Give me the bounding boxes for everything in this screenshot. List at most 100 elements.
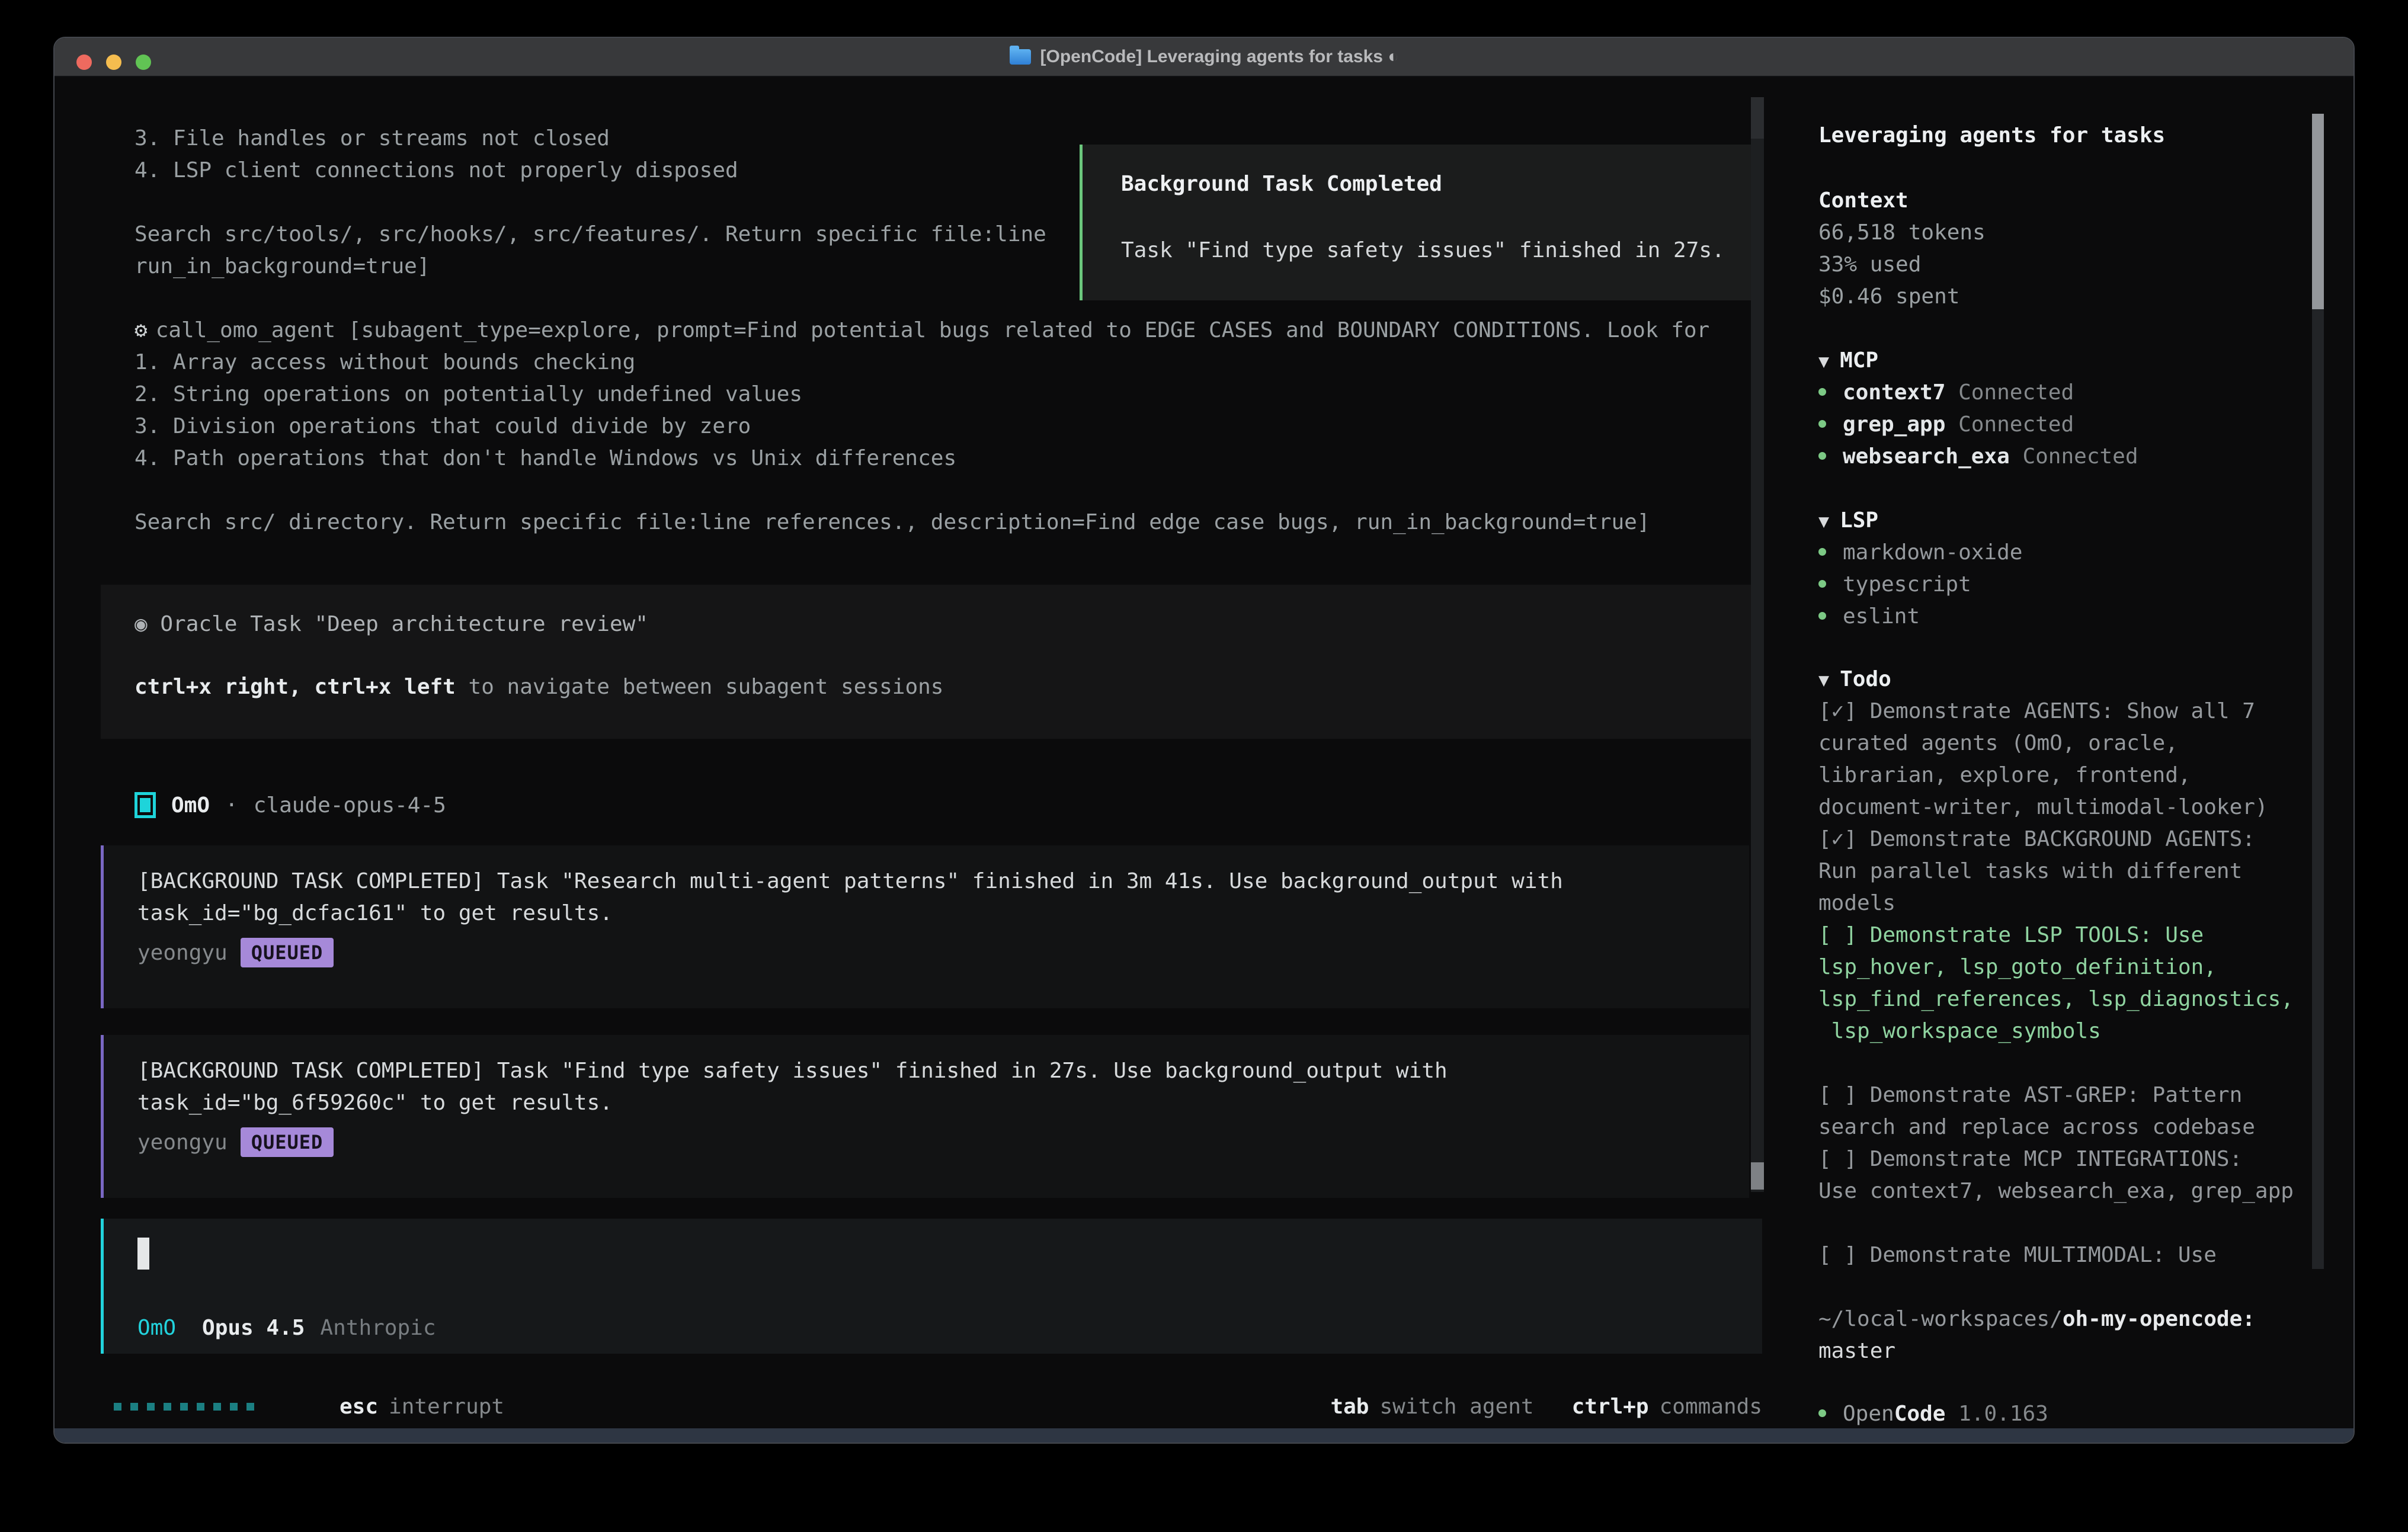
status-dot-icon [1818, 420, 1826, 428]
terminal-line: 3. Division operations that could divide… [135, 411, 1650, 443]
prompt-input[interactable]: OmO Opus 4.5 Anthropic [101, 1219, 1762, 1354]
mcp-item: context7 Connected [1818, 377, 2311, 409]
message-author: yeongyu [137, 1130, 228, 1155]
traffic-lights [76, 55, 151, 70]
mcp-item: websearch_exa Connected [1818, 441, 2311, 473]
message-text: [BACKGROUND TASK COMPLETED] Task "Find t… [137, 1059, 1448, 1083]
status-dot-icon [1818, 1409, 1826, 1417]
tool-call-text: call_omo_agent [subagent_type=explore, p… [156, 315, 1710, 347]
status-hints-bar: esc interrupt tab switch agent ctrl+p co… [114, 1390, 1762, 1422]
message-text: task_id="bg_dcfac161" to get results. [137, 901, 613, 925]
todo-line: Use context7, websearch_exa, grep_app [1818, 1175, 2311, 1207]
context-heading: Context [1818, 185, 2311, 217]
spinner-dots-icon [114, 1403, 254, 1411]
todo-line: [✓] Demonstrate BACKGROUND AGENTS: [1818, 823, 2311, 855]
message-meta: yeongyu QUEUED [137, 1127, 334, 1157]
oracle-task-title: ◉ Oracle Task "Deep architecture review" [135, 612, 648, 636]
input-model-label: Opus 4.5 [202, 1316, 305, 1340]
window-bottom-strip [55, 1428, 2353, 1443]
zoom-button[interactable] [136, 55, 151, 70]
agent-square-icon [135, 792, 156, 818]
background-task-toast[interactable]: Background Task Completed Task "Find typ… [1080, 145, 1759, 300]
tool-call-row: ⚙ call_omo_agent [subagent_type=explore,… [135, 315, 1709, 347]
terminal-line: 2. String operations on potentially unde… [135, 379, 1650, 411]
tab-hint: tab switch agent [1330, 1395, 1533, 1419]
main-scrollbar-thumb[interactable] [1751, 1162, 1764, 1190]
agent-model: claude-opus-4-5 [254, 793, 446, 818]
status-dot-icon [1818, 452, 1826, 460]
context-spent: $0.46 spent [1818, 281, 2311, 313]
agent-header: OmO · claude-opus-4-5 [135, 789, 446, 821]
status-dot-icon [1818, 580, 1826, 588]
background-task-message: [BACKGROUND TASK COMPLETED] Task "Find t… [101, 1035, 1749, 1198]
window-title-wrap: [OpenCode] Leveraging agents for tasks ◐ [1010, 47, 1399, 67]
todo-line: [ ] Demonstrate LSP TOOLS: Use [1818, 919, 2311, 951]
todo-list: [✓] Demonstrate AGENTS: Show all 7curate… [1818, 696, 2311, 1271]
sidebar-scrollbar-thumb[interactable] [2312, 114, 2324, 309]
main-scrollbar-track[interactable] [1751, 97, 1764, 1192]
input-agent-label: OmO [137, 1316, 176, 1340]
titlebar: [OpenCode] Leveraging agents for tasks ◐ [55, 38, 2353, 77]
close-button[interactable] [76, 55, 92, 70]
status-badge: QUEUED [241, 1127, 334, 1157]
lsp-item: typescript [1818, 569, 2311, 601]
ctrl-p-hint: ctrl+p commands [1572, 1395, 1762, 1419]
terminal-line [135, 475, 1650, 507]
todo-section-header[interactable]: ▼Todo [1818, 664, 2311, 696]
oracle-task-panel: ◉ Oracle Task "Deep architecture review"… [101, 585, 1762, 739]
todo-line [1818, 1207, 2311, 1239]
terminal-line [135, 187, 1046, 219]
terminal-line: 4. LSP client connections not properly d… [135, 155, 1046, 187]
toast-title: Background Task Completed [1121, 172, 1442, 196]
todo-line: models [1818, 887, 2311, 919]
chevron-down-icon: ▼ [1818, 670, 1829, 691]
gear-icon: ⚙ [135, 315, 148, 347]
window-title: [OpenCode] Leveraging agents for tasks ◐ [1040, 47, 1399, 67]
hints-right: tab switch agent ctrl+p commands [1330, 1395, 1762, 1419]
hints-left: esc interrupt [114, 1395, 504, 1419]
todo-line: document-writer, multimodal-looker) [1818, 791, 2311, 823]
folder-icon [1010, 49, 1031, 65]
session-title: Leveraging agents for tasks [1818, 120, 2311, 152]
status-dot-icon [1818, 612, 1826, 620]
status-dot-icon [1818, 548, 1826, 556]
workspace-branch: master [1818, 1335, 2311, 1367]
todo-line: lsp_find_references, lsp_diagnostics, [1818, 983, 2311, 1015]
minimize-button[interactable] [106, 55, 121, 70]
oracle-nav-hint: ctrl+x right, ctrl+x left to navigate be… [135, 675, 943, 699]
terminal-line: Search src/ directory. Return specific f… [135, 507, 1650, 539]
sidebar: Leveraging agents for tasks Context 66,5… [1818, 120, 2311, 1430]
context-used: 33% used [1818, 249, 2311, 281]
toast-body: Task "Find type safety issues" finished … [1121, 238, 1725, 262]
lsp-item: eslint [1818, 601, 2311, 633]
message-meta: yeongyu QUEUED [137, 938, 334, 967]
todo-line: lsp_hover, lsp_goto_definition, [1818, 951, 2311, 983]
lsp-section-header[interactable]: ▼LSP [1818, 505, 2311, 537]
status-badge: QUEUED [241, 938, 334, 967]
agent-name: OmO [171, 793, 210, 818]
todo-line: librarian, explore, frontend, [1818, 759, 2311, 791]
workspace-path: ~/local-workspaces/oh-my-opencode: [1818, 1303, 2311, 1335]
message-text: [BACKGROUND TASK COMPLETED] Task "Resear… [137, 869, 1563, 893]
main-scrollbar-segment[interactable] [1751, 97, 1764, 139]
todo-line: Run parallel tasks with different [1818, 855, 2311, 887]
terminal-line: Search src/tools/, src/hooks/, src/featu… [135, 219, 1046, 251]
model-row: OmO Opus 4.5 Anthropic [137, 1316, 436, 1340]
message-author: yeongyu [137, 941, 228, 965]
terminal-line: 1. Array access without bounds checking [135, 347, 1650, 379]
app-window: [OpenCode] Leveraging agents for tasks ◐… [53, 37, 2355, 1444]
transcript-tool-output: 1. Array access without bounds checking2… [135, 347, 1650, 539]
todo-line: curated agents (OmO, oracle, [1818, 727, 2311, 759]
mcp-item: grep_app Connected [1818, 409, 2311, 441]
chevron-down-icon: ▼ [1818, 351, 1829, 372]
terminal-line: 4. Path operations that don't handle Win… [135, 443, 1650, 475]
terminal-line: 3. File handles or streams not closed [135, 123, 1046, 155]
terminal-line: run_in_background=true] [135, 251, 1046, 283]
mcp-section-header[interactable]: ▼MCP [1818, 345, 2311, 377]
context-tokens: 66,518 tokens [1818, 217, 2311, 249]
todo-line: [✓] Demonstrate AGENTS: Show all 7 [1818, 696, 2311, 727]
background-task-message: [BACKGROUND TASK COMPLETED] Task "Resear… [101, 845, 1749, 1008]
status-dot-icon [1818, 388, 1826, 396]
fisheye-icon: ◉ [135, 612, 148, 636]
todo-line: search and replace across codebase [1818, 1111, 2311, 1143]
